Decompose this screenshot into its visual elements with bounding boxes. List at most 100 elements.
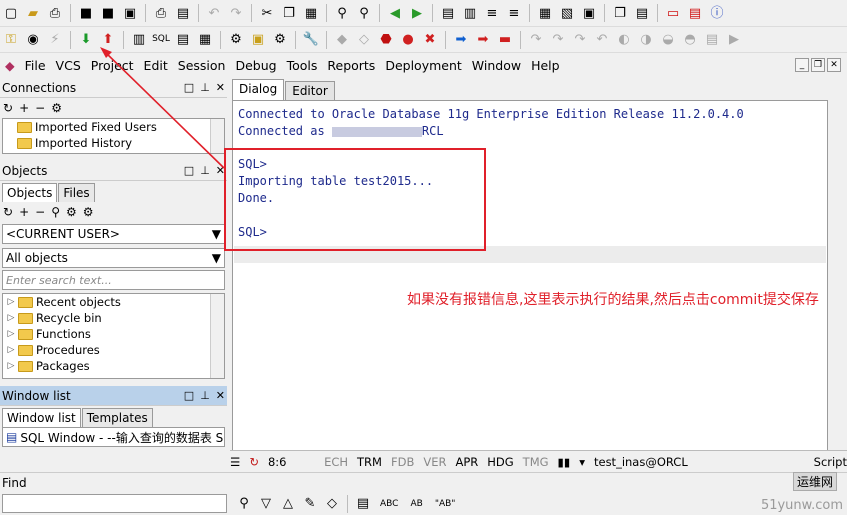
properties-icon[interactable]: ⚙ (83, 205, 94, 219)
more-icon[interactable]: ▶ (724, 30, 744, 50)
step-back-icon[interactable]: ↶ (592, 30, 612, 50)
quoted-label[interactable]: "AB" (435, 499, 456, 509)
menu-help[interactable]: Help (526, 58, 565, 73)
tab-objects[interactable]: Objects (2, 183, 58, 202)
options-icon[interactable]: ⚙ (270, 30, 290, 50)
find-input[interactable] (2, 494, 227, 513)
import-tables-icon[interactable]: ⬇ (76, 30, 96, 50)
regex-icon[interactable]: ▤ (353, 494, 373, 514)
tab-files[interactable]: Files (58, 183, 95, 202)
bookmark-icon[interactable]: ◆ (332, 30, 352, 50)
sql-icon[interactable]: SQL (151, 30, 171, 50)
compile-icon[interactable]: ▥ (460, 3, 480, 23)
sql-window-icon[interactable]: ▥ (129, 30, 149, 50)
remove-icon[interactable]: − (35, 101, 45, 115)
whole-word-label[interactable]: AB (410, 499, 422, 509)
nav-back-icon[interactable]: ◀ (385, 3, 405, 23)
restore-icon[interactable]: ❐ (811, 58, 825, 72)
pin-icon[interactable]: ⊥ (200, 389, 210, 402)
window-list-item[interactable]: SQL Window - --输入查询的数据表 S (20, 429, 223, 446)
refresh-icon[interactable]: ↻ (3, 101, 13, 115)
menu-file[interactable]: File (20, 58, 51, 73)
status-flag[interactable]: TRM (357, 455, 382, 469)
reports-icon[interactable]: ▦ (535, 3, 555, 23)
connect-icon[interactable]: ◉ (23, 30, 43, 50)
debug-icon[interactable]: ◐ (614, 30, 634, 50)
refresh-icon[interactable]: ↻ (3, 205, 13, 219)
key-icon[interactable]: ⚿ (1, 30, 21, 50)
pin-icon[interactable]: ⊥ (200, 81, 210, 94)
save-as-icon[interactable]: ■ (98, 3, 118, 23)
command-window-icon[interactable]: ▤ (173, 30, 193, 50)
list-item[interactable]: ▷ Procedures (3, 342, 224, 358)
tile-icon[interactable]: ▤ (632, 3, 652, 23)
eraser-icon[interactable]: ◇ (322, 494, 342, 514)
run-icon[interactable]: ● (398, 30, 418, 50)
close-icon[interactable]: ✕ (216, 81, 225, 94)
tab-templates[interactable]: Templates (81, 408, 153, 427)
remove-icon[interactable]: − (35, 205, 45, 219)
watch-icon[interactable]: ◒ (658, 30, 678, 50)
connection-label[interactable]: test_inas@ORCL (594, 455, 688, 469)
disconnect-icon[interactable]: ⚡ (45, 30, 65, 50)
chevron-down-icon[interactable]: ▾ (579, 455, 585, 469)
pause-icon[interactable]: ▮▮ (558, 455, 571, 469)
redo-icon[interactable]: ↷ (226, 3, 246, 23)
status-flag[interactable]: ECH (324, 455, 348, 469)
test-window-icon[interactable]: ▦ (195, 30, 215, 50)
list-item[interactable]: Imported Fixed Users (3, 119, 224, 135)
menu-edit[interactable]: Edit (139, 58, 173, 73)
chart-icon[interactable]: ▧ (557, 3, 577, 23)
pane-menu-icon[interactable]: □ (184, 389, 194, 402)
match-case-label[interactable]: ABC (380, 499, 398, 509)
menu-window[interactable]: Window (467, 58, 526, 73)
copy-icon[interactable]: ❐ (279, 3, 299, 23)
arrow-right-blue-icon[interactable]: ➡ (451, 30, 471, 50)
export-tables-icon[interactable]: ⬆ (98, 30, 118, 50)
step-out-icon[interactable]: ↷ (570, 30, 590, 50)
edit-data-icon[interactable]: ▣ (248, 30, 268, 50)
filter-icon[interactable]: ⚙ (66, 205, 77, 219)
rollback-icon[interactable]: ▬ (495, 30, 515, 50)
add-icon[interactable]: + (19, 205, 29, 219)
pane-menu-icon[interactable]: □ (184, 81, 194, 94)
status-flag[interactable]: HDG (487, 455, 513, 469)
close-icon[interactable]: ✕ (827, 58, 841, 72)
paste-icon[interactable]: ▦ (301, 3, 321, 23)
list-item[interactable]: ▷ Recent objects (3, 294, 224, 310)
unindent-icon[interactable]: ≡ (504, 3, 524, 23)
expand-icon[interactable]: ▷ (7, 345, 15, 355)
close-icon[interactable]: ✕ (216, 389, 225, 402)
step-icon[interactable]: ↷ (526, 30, 546, 50)
find-up-icon[interactable]: △ (278, 494, 298, 514)
minimize-icon[interactable]: _ (795, 58, 809, 72)
highlight-icon[interactable]: ✎ (300, 494, 320, 514)
find-next-icon[interactable]: ⚲ (354, 3, 374, 23)
call-stack-icon[interactable]: ▤ (702, 30, 722, 50)
menu-deployment[interactable]: Deployment (380, 58, 466, 73)
windows-icon[interactable]: ▣ (579, 3, 599, 23)
scrollbar[interactable] (210, 119, 224, 153)
print-icon[interactable]: ⎙ (45, 3, 65, 23)
stop-icon[interactable]: ✖ (420, 30, 440, 50)
list-item[interactable]: ▷ Packages (3, 358, 224, 374)
pane-menu-icon[interactable]: □ (184, 164, 194, 177)
find-icon[interactable]: ⚲ (332, 3, 352, 23)
save-icon[interactable]: ■ (76, 3, 96, 23)
list-item[interactable]: ▷ Functions (3, 326, 224, 342)
pdf-icon[interactable]: ▤ (685, 3, 705, 23)
eraser-icon[interactable]: ◇ (354, 30, 374, 50)
menu-vcs[interactable]: VCS (51, 58, 86, 73)
tools-icon[interactable]: ⚙ (226, 30, 246, 50)
step-over-icon[interactable]: ↷ (548, 30, 568, 50)
status-flag[interactable]: TMG (523, 455, 549, 469)
indent-icon[interactable]: ≡ (482, 3, 502, 23)
arrow-right-red-icon[interactable]: ➡ (473, 30, 493, 50)
user-select[interactable]: <CURRENT USER> ▼ (2, 224, 225, 244)
script-label[interactable]: Script (814, 455, 847, 469)
binoculars-icon[interactable]: ⚲ (234, 494, 254, 514)
new-icon[interactable]: ▢ (1, 3, 21, 23)
tab-dialog[interactable]: Dialog (232, 79, 285, 100)
info-icon[interactable]: ⓘ (707, 3, 727, 23)
tab-editor[interactable]: Editor (285, 81, 335, 100)
